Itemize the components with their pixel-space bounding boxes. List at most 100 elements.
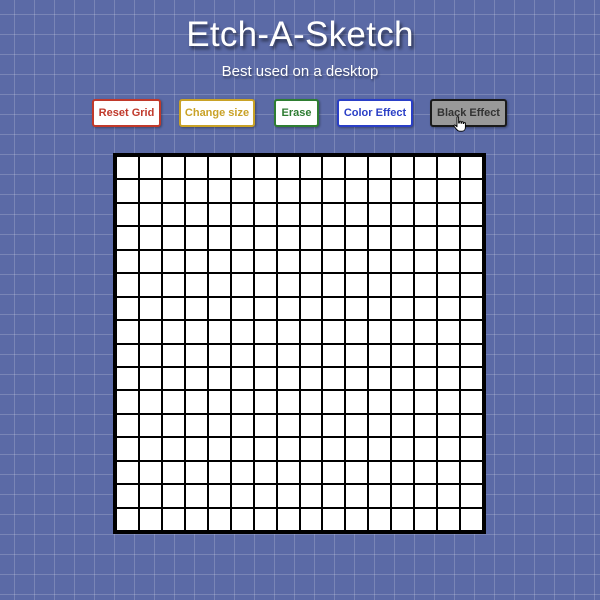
grid-cell[interactable] — [368, 202, 392, 227]
grid-cell[interactable] — [368, 273, 392, 297]
grid-cell[interactable] — [391, 343, 415, 367]
grid-cell[interactable] — [230, 273, 254, 297]
grid-cell[interactable] — [116, 273, 139, 297]
grid-cell[interactable] — [299, 460, 323, 485]
grid-cell[interactable] — [138, 320, 162, 344]
grid-cell[interactable] — [460, 507, 483, 531]
grid-cell[interactable] — [230, 390, 254, 414]
grid-cell[interactable] — [322, 156, 346, 180]
grid-cell[interactable] — [322, 366, 346, 391]
grid-cell[interactable] — [345, 366, 369, 391]
grid-cell[interactable] — [391, 413, 415, 438]
grid-cell[interactable] — [391, 507, 415, 531]
grid-cell[interactable] — [322, 202, 346, 227]
grid-cell[interactable] — [184, 507, 208, 531]
grid-cell[interactable] — [207, 226, 231, 250]
grid-cell[interactable] — [414, 413, 438, 438]
grid-cell[interactable] — [368, 343, 392, 367]
grid-cell[interactable] — [276, 249, 300, 274]
grid-cell[interactable] — [276, 273, 300, 297]
grid-cell[interactable] — [345, 249, 369, 274]
grid-cell[interactable] — [322, 296, 346, 321]
grid-cell[interactable] — [414, 226, 438, 250]
grid-cell[interactable] — [368, 413, 392, 438]
grid-cell[interactable] — [299, 296, 323, 321]
grid-cell[interactable] — [253, 320, 277, 344]
grid-cell[interactable] — [368, 390, 392, 414]
grid-cell[interactable] — [460, 366, 483, 391]
grid-cell[interactable] — [207, 273, 231, 297]
reset-grid-button[interactable]: Reset Grid — [92, 99, 161, 127]
grid-cell[interactable] — [161, 179, 185, 203]
grid-cell[interactable] — [345, 390, 369, 414]
grid-cell[interactable] — [207, 249, 231, 274]
grid-cell[interactable] — [391, 296, 415, 321]
grid-cell[interactable] — [116, 156, 139, 180]
grid-cell[interactable] — [207, 460, 231, 485]
grid-cell[interactable] — [414, 366, 438, 391]
grid-cell[interactable] — [230, 320, 254, 344]
grid-cell[interactable] — [460, 249, 483, 274]
grid-cell[interactable] — [184, 460, 208, 485]
grid-cell[interactable] — [253, 226, 277, 250]
grid-cell[interactable] — [276, 460, 300, 485]
grid-cell[interactable] — [414, 273, 438, 297]
grid-cell[interactable] — [161, 226, 185, 250]
grid-cell[interactable] — [414, 507, 438, 531]
grid-cell[interactable] — [116, 202, 139, 227]
grid-cell[interactable] — [276, 390, 300, 414]
grid-cell[interactable] — [299, 390, 323, 414]
grid-cell[interactable] — [161, 507, 185, 531]
grid-cell[interactable] — [230, 484, 254, 508]
grid-cell[interactable] — [322, 484, 346, 508]
grid-cell[interactable] — [460, 296, 483, 321]
grid-cell[interactable] — [207, 179, 231, 203]
grid-cell[interactable] — [138, 484, 162, 508]
grid-cell[interactable] — [138, 507, 162, 531]
grid-cell[interactable] — [322, 413, 346, 438]
grid-cell[interactable] — [138, 296, 162, 321]
grid-cell[interactable] — [460, 226, 483, 250]
grid-cell[interactable] — [460, 484, 483, 508]
grid-cell[interactable] — [460, 437, 483, 461]
grid-cell[interactable] — [161, 343, 185, 367]
grid-cell[interactable] — [184, 179, 208, 203]
grid-cell[interactable] — [345, 460, 369, 485]
grid-cell[interactable] — [345, 484, 369, 508]
grid-cell[interactable] — [437, 156, 461, 180]
grid-cell[interactable] — [391, 390, 415, 414]
grid-cell[interactable] — [391, 226, 415, 250]
grid-cell[interactable] — [437, 320, 461, 344]
grid-cell[interactable] — [322, 343, 346, 367]
grid-cell[interactable] — [345, 437, 369, 461]
grid-cell[interactable] — [460, 273, 483, 297]
grid-cell[interactable] — [299, 437, 323, 461]
grid-cell[interactable] — [345, 179, 369, 203]
grid-cell[interactable] — [230, 413, 254, 438]
grid-cell[interactable] — [322, 179, 346, 203]
grid-cell[interactable] — [116, 226, 139, 250]
grid-cell[interactable] — [345, 507, 369, 531]
grid-cell[interactable] — [322, 460, 346, 485]
grid-cell[interactable] — [276, 156, 300, 180]
grid-cell[interactable] — [322, 507, 346, 531]
grid-cell[interactable] — [345, 156, 369, 180]
grid-cell[interactable] — [391, 249, 415, 274]
grid-cell[interactable] — [391, 484, 415, 508]
grid-cell[interactable] — [138, 437, 162, 461]
grid-cell[interactable] — [414, 460, 438, 485]
grid-cell[interactable] — [253, 366, 277, 391]
grid-cell[interactable] — [414, 320, 438, 344]
grid-cell[interactable] — [299, 484, 323, 508]
grid-cell[interactable] — [253, 156, 277, 180]
grid-cell[interactable] — [276, 366, 300, 391]
grid-cell[interactable] — [391, 366, 415, 391]
grid-cell[interactable] — [276, 296, 300, 321]
grid-cell[interactable] — [322, 249, 346, 274]
grid-cell[interactable] — [253, 484, 277, 508]
grid-cell[interactable] — [230, 437, 254, 461]
grid-cell[interactable] — [391, 460, 415, 485]
grid-cell[interactable] — [161, 413, 185, 438]
grid-cell[interactable] — [460, 202, 483, 227]
grid-cell[interactable] — [207, 390, 231, 414]
